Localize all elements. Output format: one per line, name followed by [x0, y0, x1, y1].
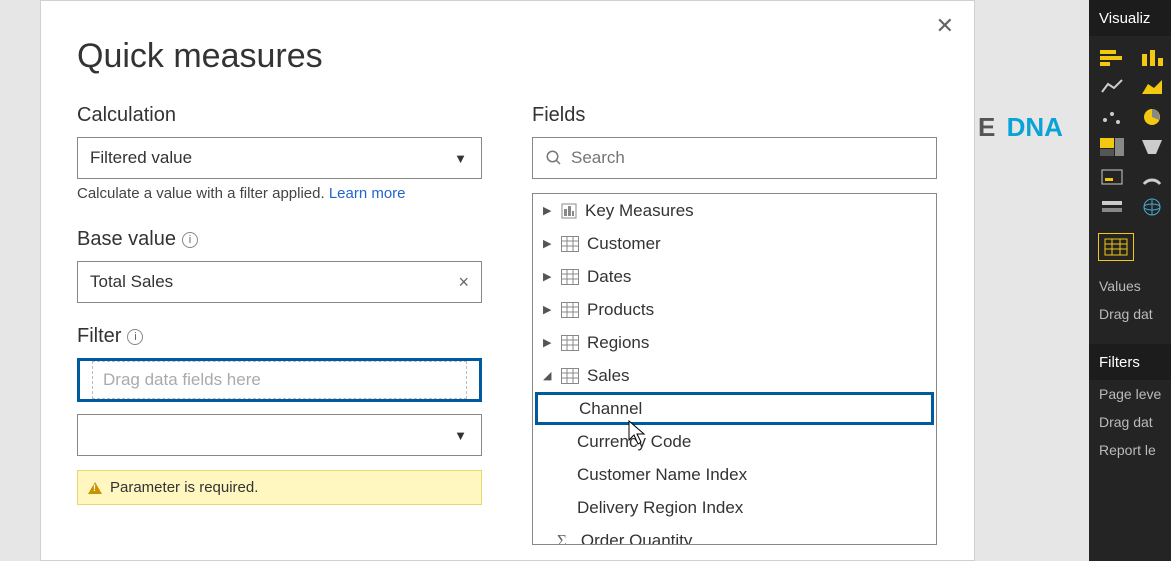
calculation-helper: Calculate a value with a filter applied.… [77, 185, 482, 202]
tree-node-label: Channel [579, 399, 642, 419]
table-icon [561, 335, 579, 351]
measure-group-icon [561, 203, 577, 219]
tree-node-label: Key Measures [585, 201, 694, 221]
page-level-drop-hint[interactable]: Drag dat [1089, 408, 1171, 436]
calculation-helper-text: Calculate a value with a filter applied. [77, 185, 325, 202]
tree-column-order-quantity[interactable]: Σ Order Quantity [533, 524, 936, 545]
search-icon [545, 149, 563, 167]
brand-dna: DNA [1007, 112, 1063, 142]
tree-node-label: Customer [587, 234, 661, 254]
page-level-label: Page leve [1089, 380, 1171, 408]
info-icon[interactable]: i [182, 232, 198, 248]
tree-table-regions[interactable]: ▶ Regions [533, 326, 936, 359]
base-value-field[interactable]: Total Sales × [77, 261, 482, 303]
tree-node-label: Regions [587, 333, 649, 353]
right-panels: Visualiz Values Drag dat Filters Page le… [1089, 0, 1171, 561]
tree-column-currency-code[interactable]: Currency Code [533, 425, 936, 458]
tree-table-sales[interactable]: ◢ Sales [533, 359, 936, 392]
filter-placeholder: Drag data fields here [103, 370, 261, 390]
viz-globe-icon[interactable] [1135, 194, 1169, 220]
filter-label: Filter i [77, 325, 482, 348]
calculation-label: Calculation [77, 104, 482, 127]
table-icon [561, 302, 579, 318]
quick-measures-dialog: ✕ Quick measures Calculation Filtered va… [40, 0, 975, 561]
values-drop-hint[interactable]: Drag dat [1089, 300, 1171, 328]
calculation-value: Filtered value [90, 148, 192, 168]
fields-label: Fields [532, 104, 937, 127]
chevron-down-icon: ▼ [454, 151, 467, 166]
viz-area-icon[interactable] [1135, 74, 1169, 100]
background-brand-text: E DNA [978, 112, 1063, 143]
table-icon [561, 236, 579, 252]
tree-node-label: Order Quantity [581, 531, 693, 546]
base-value-text: Total Sales [90, 272, 173, 292]
filters-header[interactable]: Filters [1089, 344, 1171, 380]
report-level-label: Report le [1089, 436, 1171, 464]
viz-scatter-icon[interactable] [1095, 104, 1129, 130]
tree-table-products[interactable]: ▶ Products [533, 293, 936, 326]
calculation-select[interactable]: Filtered value ▼ [77, 137, 482, 179]
viz-line-icon[interactable] [1095, 74, 1129, 100]
search-input[interactable] [571, 148, 924, 168]
tree-column-delivery-region-index[interactable]: Delivery Region Index [533, 491, 936, 524]
tree-node-label: Customer Name Index [577, 465, 747, 485]
expander-closed-icon[interactable]: ▶ [543, 336, 553, 349]
viz-pie-icon[interactable] [1135, 104, 1169, 130]
tree-node-label: Dates [587, 267, 631, 287]
viz-stacked-bar-icon[interactable] [1095, 44, 1129, 70]
filter-value-select[interactable]: ▼ [77, 414, 482, 456]
fields-tree: ▶ Key Measures ▶ Customer ▶ Dates ▶ Products ▶ Re… [532, 193, 937, 545]
clear-icon[interactable]: × [458, 272, 469, 293]
warning-icon [88, 482, 102, 494]
values-label: Values [1089, 272, 1171, 300]
expander-closed-icon[interactable]: ▶ [543, 270, 553, 283]
info-icon[interactable]: i [127, 329, 143, 345]
tree-table-customer[interactable]: ▶ Customer [533, 227, 936, 260]
viz-table-icon[interactable] [1099, 234, 1133, 260]
expander-open-icon[interactable]: ◢ [543, 369, 553, 382]
expander-closed-icon[interactable]: ▶ [543, 237, 553, 250]
viz-card-icon[interactable] [1095, 164, 1129, 190]
base-value-label: Base value i [77, 228, 482, 251]
learn-more-link[interactable]: Learn more [329, 185, 406, 202]
chevron-down-icon: ▼ [454, 428, 467, 443]
tree-table-dates[interactable]: ▶ Dates [533, 260, 936, 293]
table-icon [561, 269, 579, 285]
expander-closed-icon[interactable]: ▶ [543, 204, 553, 217]
tree-node-label: Sales [587, 366, 630, 386]
viz-treemap-icon[interactable] [1095, 134, 1129, 160]
tree-node-label: Currency Code [577, 432, 691, 452]
visualizations-header[interactable]: Visualiz [1089, 0, 1171, 36]
viz-funnel-icon[interactable] [1135, 134, 1169, 160]
tree-column-customer-name-index[interactable]: Customer Name Index [533, 458, 936, 491]
table-icon [561, 368, 579, 384]
viz-gauge-icon[interactable] [1135, 164, 1169, 190]
calculation-column: Calculation Filtered value ▼ Calculate a… [77, 104, 482, 545]
tree-node-label: Delivery Region Index [577, 498, 743, 518]
sigma-icon: Σ [557, 531, 567, 546]
viz-stacked-column-icon[interactable] [1135, 44, 1169, 70]
visualizations-grid [1089, 36, 1171, 228]
tree-table-key-measures[interactable]: ▶ Key Measures [533, 194, 936, 227]
warning-text: Parameter is required. [110, 479, 258, 496]
viz-slicer-icon[interactable] [1095, 194, 1129, 220]
tree-node-label: Products [587, 300, 654, 320]
dialog-title: Quick measures [77, 37, 938, 76]
close-icon[interactable]: ✕ [936, 13, 954, 39]
fields-search[interactable] [532, 137, 937, 179]
brand-suffix-letter: E [978, 112, 995, 142]
tree-column-channel[interactable]: Channel [535, 392, 934, 425]
expander-closed-icon[interactable]: ▶ [543, 303, 553, 316]
fields-column: Fields ▶ Key Measures ▶ Customer ▶ Dates ▶ Prod… [532, 104, 937, 545]
parameter-warning: Parameter is required. [77, 470, 482, 505]
filter-drop-target[interactable]: Drag data fields here [77, 358, 482, 402]
